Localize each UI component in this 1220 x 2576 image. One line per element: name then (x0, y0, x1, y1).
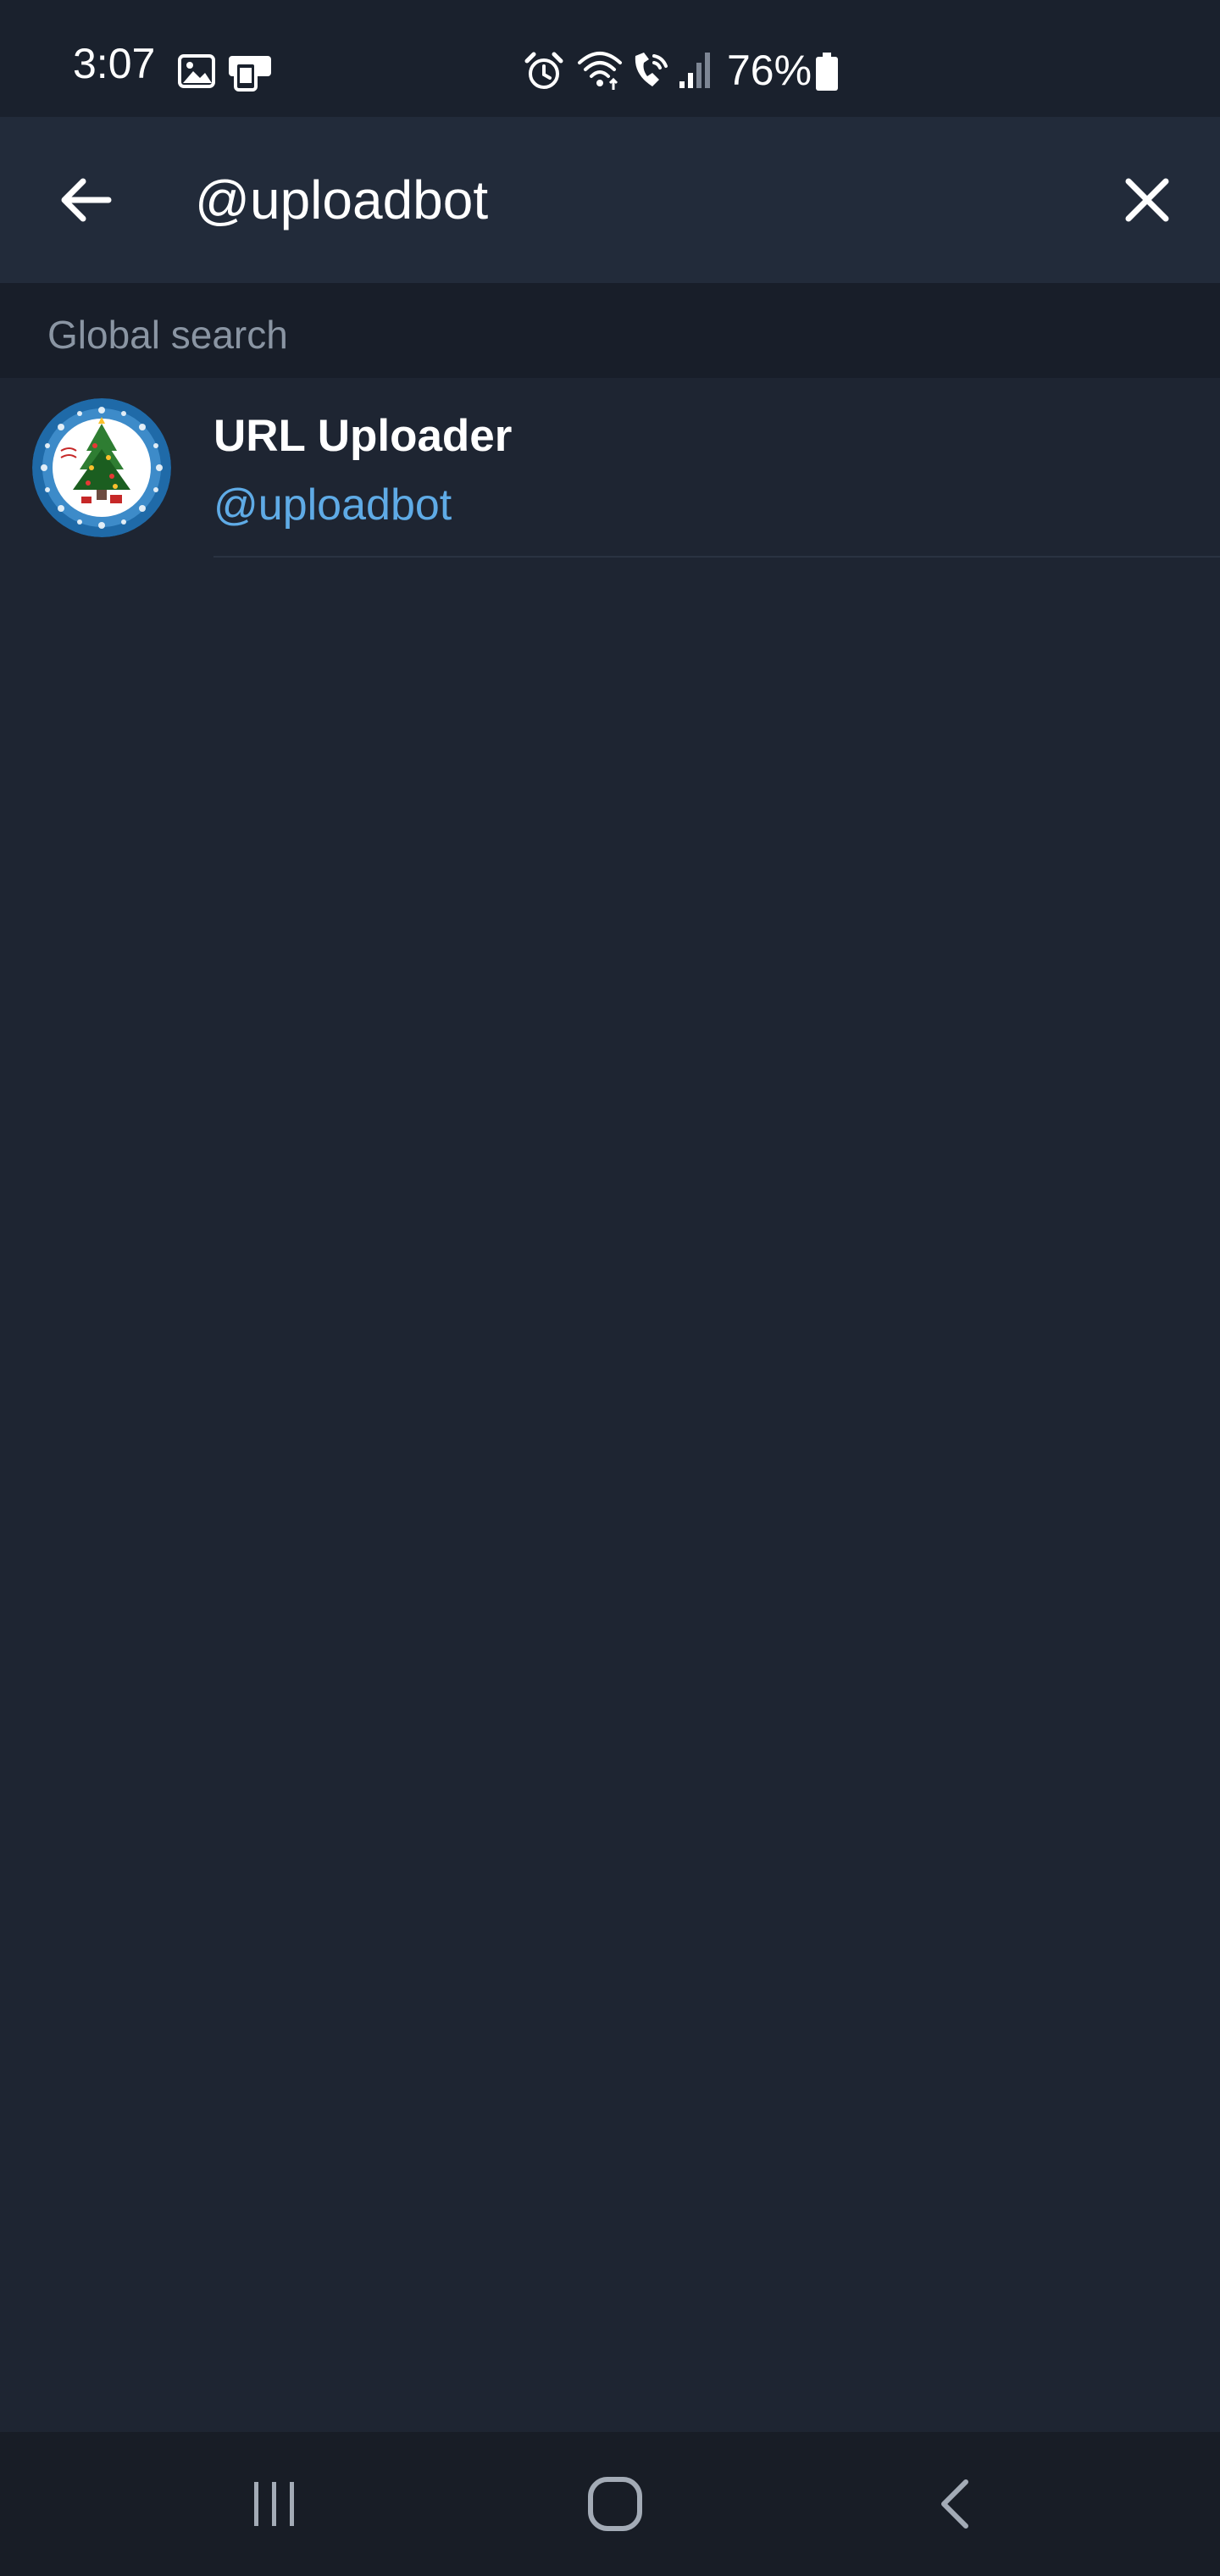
close-icon (1125, 178, 1169, 222)
result-name: URL Uploader (214, 411, 513, 461)
wifi-call-icon (635, 53, 668, 86)
christmas-tree-avatar (32, 398, 171, 537)
battery-icon (816, 53, 838, 91)
back-button[interactable] (51, 164, 122, 236)
back-icon (941, 2479, 968, 2529)
system-nav-bar (0, 2432, 1220, 2576)
search-input[interactable] (195, 159, 1059, 241)
wifi-icon (578, 52, 622, 90)
image-icon (178, 54, 215, 88)
global-search-header: Global search (0, 283, 1220, 378)
telegram-search-screen: 3:07 76% @uploadbot Global search URL Up… (0, 0, 1220, 2576)
arrow-left-icon (61, 178, 112, 222)
home-button[interactable] (573, 2462, 657, 2546)
battery-percent: 76% (727, 47, 812, 94)
section-title: Global search (47, 313, 288, 357)
search-header (0, 117, 1220, 283)
result-username: @uploadbot (214, 480, 452, 530)
recents-button[interactable] (232, 2462, 317, 2546)
home-icon (588, 2477, 642, 2531)
signal-icon (679, 53, 710, 88)
device-icon (229, 56, 271, 92)
search-result-row[interactable]: URL Uploader @uploadbot (0, 378, 1220, 558)
recents-icon (254, 2482, 294, 2526)
nav-back-button[interactable] (913, 2462, 998, 2546)
alarm-icon (524, 52, 563, 89)
status-time: 3:07 (73, 40, 156, 87)
status-bar: 3:07 76% (0, 0, 1220, 117)
clear-search-button[interactable] (1112, 164, 1183, 236)
row-divider (214, 556, 1220, 558)
